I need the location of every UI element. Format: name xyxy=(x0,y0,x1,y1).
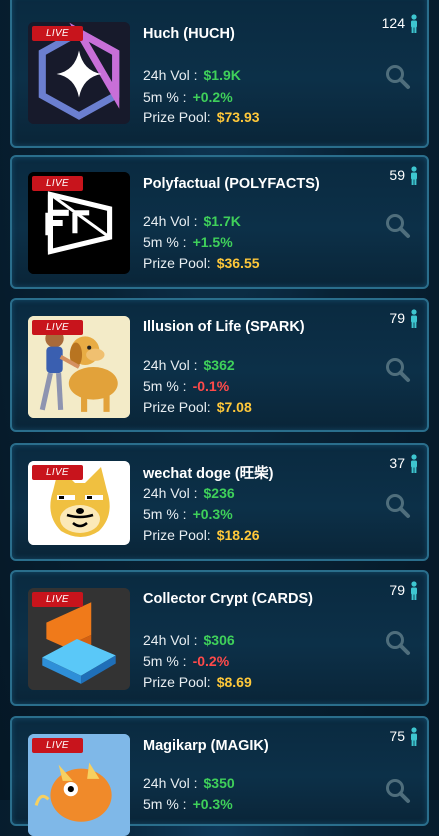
live-badge: LIVE xyxy=(32,320,83,335)
participant-count: 124 xyxy=(381,15,405,31)
search-icon[interactable] xyxy=(385,778,411,804)
token-title: Polyfactual (POLYFACTS) xyxy=(143,176,320,192)
participant-count: 59 xyxy=(389,167,405,183)
pct-row: 5m % : -0.1% xyxy=(143,378,230,394)
pool-row: Prize Pool: $8.69 xyxy=(143,674,252,690)
participant-count: 75 xyxy=(389,728,405,744)
person-icon xyxy=(411,581,417,600)
pct-value: +0.3% xyxy=(192,796,233,812)
vol-value: $362 xyxy=(203,357,235,373)
person-icon xyxy=(411,727,417,746)
pct-row: 5m % : +0.2% xyxy=(143,89,233,105)
token-card-spark[interactable]: LIVE Illusion of Life (SPARK) 24h Vol : $… xyxy=(10,298,429,432)
participant-count: 79 xyxy=(389,310,405,326)
live-badge: LIVE xyxy=(32,738,83,753)
token-logo-polyfacts: LIVE xyxy=(28,172,130,274)
pool-value: $8.69 xyxy=(216,674,252,690)
token-title: Magikarp (MAGIK) xyxy=(143,738,269,754)
participant-count: 79 xyxy=(389,582,405,598)
search-icon[interactable] xyxy=(385,630,411,656)
person-icon xyxy=(411,166,417,185)
pool-value: $73.93 xyxy=(216,109,260,125)
pool-row: Prize Pool: $7.08 xyxy=(143,399,252,415)
token-logo-huch: LIVE xyxy=(28,22,130,124)
pct-row: 5m % : -0.2% xyxy=(143,653,230,669)
pool-row: Prize Pool: $18.26 xyxy=(143,527,260,543)
vol-row: 24h Vol : $350 xyxy=(143,775,235,791)
pool-row: Prize Pool: $36.55 xyxy=(143,255,260,271)
pct-value: +0.3% xyxy=(192,506,233,522)
token-logo-wechat-doge: LIVE xyxy=(28,461,130,545)
vol-value: $1.9K xyxy=(203,67,241,83)
search-icon[interactable] xyxy=(385,493,411,519)
token-card-huch[interactable]: LIVE Huch (HUCH) 24h Vol : $1.9K 5m % : +0… xyxy=(10,0,429,148)
token-card-wechat-doge[interactable]: LIVE wechat doge (旺柴) 24h Vol : $236 5m %… xyxy=(10,443,429,561)
vol-row: 24h Vol : $1.9K xyxy=(143,67,241,83)
participant-count: 37 xyxy=(389,455,405,471)
vol-value: $236 xyxy=(203,485,235,501)
live-badge: LIVE xyxy=(32,26,83,41)
token-logo-cards: LIVE xyxy=(28,588,130,690)
live-badge: LIVE xyxy=(32,176,83,191)
pct-value: +0.2% xyxy=(192,89,233,105)
token-card-cards[interactable]: LIVE Collector Crypt (CARDS) 24h Vol : $3… xyxy=(10,570,429,706)
pct-row: 5m % : +1.5% xyxy=(143,234,233,250)
pool-value: $18.26 xyxy=(216,527,260,543)
vol-row: 24h Vol : $1.7K xyxy=(143,213,241,229)
live-badge: LIVE xyxy=(32,592,83,607)
token-card-polyfacts[interactable]: LIVE Polyfactual (POLYFACTS) 24h Vol : $1… xyxy=(10,155,429,289)
person-icon xyxy=(411,14,417,33)
pct-value: -0.2% xyxy=(192,653,230,669)
token-title: Collector Crypt (CARDS) xyxy=(143,591,313,607)
pct-row: 5m % : +0.3% xyxy=(143,796,233,812)
search-icon[interactable] xyxy=(385,213,411,239)
pool-value: $7.08 xyxy=(216,399,252,415)
vol-value: $350 xyxy=(203,775,235,791)
search-icon[interactable] xyxy=(385,64,411,90)
search-icon[interactable] xyxy=(385,357,411,383)
vol-row: 24h Vol : $236 xyxy=(143,485,235,501)
live-badge: LIVE xyxy=(32,465,83,480)
token-title: wechat doge (旺柴) xyxy=(143,466,274,482)
person-icon xyxy=(411,454,417,473)
vol-value: $306 xyxy=(203,632,235,648)
pool-row: Prize Pool: $73.93 xyxy=(143,109,260,125)
token-logo-spark: LIVE xyxy=(28,316,130,418)
token-title: Huch (HUCH) xyxy=(143,26,235,42)
pct-value: -0.1% xyxy=(192,378,230,394)
pool-value: $36.55 xyxy=(216,255,260,271)
vol-row: 24h Vol : $306 xyxy=(143,632,235,648)
vol-value: $1.7K xyxy=(203,213,241,229)
token-logo-magik: LIVE xyxy=(28,734,130,836)
vol-row: 24h Vol : $362 xyxy=(143,357,235,373)
token-card-magik[interactable]: LIVE Magikarp (MAGIK) 24h Vol : $350 5m %… xyxy=(10,716,429,836)
person-icon xyxy=(411,309,417,328)
pct-row: 5m % : +0.3% xyxy=(143,506,233,522)
pct-value: +1.5% xyxy=(192,234,233,250)
token-title: Illusion of Life (SPARK) xyxy=(143,319,305,335)
